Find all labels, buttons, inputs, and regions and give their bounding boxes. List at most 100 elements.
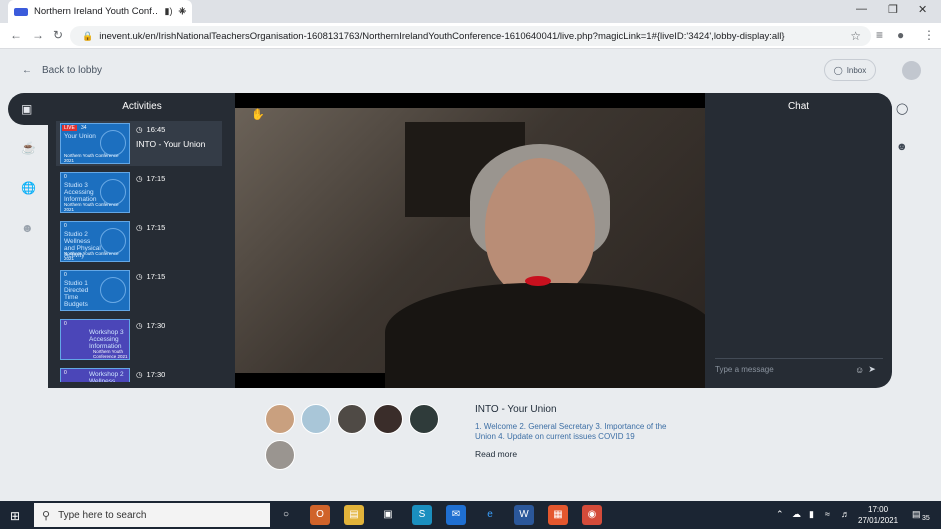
windows-start-icon[interactable]: ⊞ <box>10 509 20 523</box>
logo-deco-icon <box>100 130 126 156</box>
clock-icon: ◷ <box>136 174 143 183</box>
notification-center-icon[interactable]: ▤ <box>912 509 921 520</box>
clock-icon: ◷ <box>136 223 143 232</box>
activity-item[interactable]: 0 Studio 2 Wellness and Physical Activit… <box>56 219 222 264</box>
taskbar-search[interactable]: ⚲ Type here to search <box>34 503 270 527</box>
thumbnail-conference: Northern Youth Conference 2021 <box>64 251 119 261</box>
activity-item[interactable]: 0 Workshop 3 Accessing Information North… <box>56 317 222 362</box>
thumbnail-title: Workshop 2 Wellness and Physical <box>89 371 124 382</box>
speaker-avatar[interactable] <box>265 404 295 434</box>
store-icon[interactable]: ▣ <box>378 505 398 525</box>
close-window-icon[interactable]: ✕ <box>918 3 927 16</box>
cortana-icon[interactable]: ○ <box>276 505 296 525</box>
battery-icon[interactable]: ▮ <box>809 509 814 520</box>
view-count: 0 <box>64 223 67 229</box>
video-player[interactable]: ✋ <box>235 93 705 388</box>
user-avatar[interactable] <box>902 61 921 80</box>
view-count: 34 <box>81 125 87 131</box>
speaker-avatar[interactable] <box>373 404 403 434</box>
wifi-icon[interactable]: ≈ <box>825 509 830 519</box>
speaker-avatar[interactable] <box>265 440 295 470</box>
clock-date: 27/01/2021 <box>858 516 899 525</box>
activity-thumbnail: LIVE 34 Your Union Northern Youth Confer… <box>60 123 130 164</box>
clock-time: 17:00 <box>868 505 889 514</box>
activity-time-value: 17:15 <box>146 174 166 183</box>
edge-icon[interactable]: e <box>480 505 500 525</box>
chat-panel: Chat ☺ ➤ <box>705 93 892 388</box>
chat-title: Chat <box>787 101 810 112</box>
forward-arrow-icon[interactable]: → <box>32 28 44 42</box>
windows-taskbar: ⊞ ⚲ Type here to search ○ O ▤ ▣ S ✉ e W … <box>0 501 941 529</box>
speaker-avatar[interactable] <box>301 404 331 434</box>
live-badge: LIVE <box>62 125 77 131</box>
thumbnail-title: Your Union <box>64 133 96 140</box>
activity-time: ◷ 16:45 <box>136 125 165 134</box>
view-count: 0 <box>64 370 67 376</box>
laptop-icon[interactable]: ▣ <box>21 102 32 116</box>
activity-time: ◷ 17:15 <box>136 174 165 183</box>
mail-icon[interactable]: ✉ <box>446 505 466 525</box>
chat-input-row: ☺ ➤ <box>715 358 883 380</box>
minimize-icon[interactable]: — <box>856 3 867 15</box>
browser-menu-icon[interactable]: ⋮ <box>923 28 935 42</box>
activities-title: Activities <box>122 101 162 112</box>
onedrive-icon[interactable]: ☁ <box>792 509 801 520</box>
live-area: ▣ ☕ 🌐 ☻ Activities LIVE 34 Your Union No… <box>8 93 892 388</box>
speaker-avatar[interactable] <box>337 404 367 434</box>
browser-tab-bar: Northern Ireland Youth Conf… ▮) ✕ + — ❐ … <box>0 0 941 23</box>
clock-icon: ◷ <box>136 370 143 379</box>
chat-message-input[interactable] <box>715 365 851 374</box>
maximize-icon[interactable]: ❐ <box>888 3 898 16</box>
outlook-icon[interactable]: O <box>310 505 330 525</box>
activity-time: ◷ 17:30 <box>136 370 165 379</box>
search-icon: ⚲ <box>42 509 51 522</box>
clock-icon: ◷ <box>136 321 143 330</box>
sway-icon[interactable]: S <box>412 505 432 525</box>
tray-chevron-icon[interactable]: ⌃ <box>776 509 784 520</box>
back-to-lobby-link[interactable]: ← Back to lobby <box>22 65 102 76</box>
session-title: INTO - Your Union <box>475 404 557 415</box>
activity-item[interactable]: LIVE 34 Your Union Northern Youth Confer… <box>56 121 222 166</box>
bookmark-star-icon[interactable]: ☆ <box>850 29 861 43</box>
profile-icon[interactable]: ● <box>897 28 904 42</box>
activity-item[interactable]: 0 Studio 1 Directed Time Budgets ◷ 17:15 <box>56 268 222 313</box>
file-explorer-icon[interactable]: ▤ <box>344 505 364 525</box>
chat-toggle-icon[interactable]: ◯ <box>896 102 908 115</box>
thumbnail-title: Workshop 3 Accessing Information <box>89 329 124 350</box>
activity-time: ◷ 17:15 <box>136 272 165 281</box>
globe-icon[interactable]: 🌐 <box>21 181 36 195</box>
send-icon[interactable]: ➤ <box>868 364 876 375</box>
tab-audio-icon[interactable]: ▮) <box>165 6 173 17</box>
tab-favicon-icon <box>14 7 28 16</box>
attendees-icon[interactable]: ☻ <box>896 141 908 153</box>
activity-item[interactable]: 0 Workshop 2 Wellness and Physical ◷17:3… <box>56 366 222 382</box>
activities-panel: Activities LIVE 34 Your Union Northern Y… <box>48 93 274 388</box>
activity-item[interactable]: 0 Studio 3 Accessing Information Norther… <box>56 170 222 215</box>
speaker-avatar[interactable] <box>409 404 439 434</box>
browser-tab[interactable]: Northern Ireland Youth Conf… ▮) ✕ <box>8 0 192 23</box>
office-icon[interactable]: ▦ <box>548 505 568 525</box>
media-control-icon[interactable]: ≡ <box>876 28 883 42</box>
coffee-icon[interactable]: ☕ <box>21 141 36 155</box>
activity-time-value: 16:45 <box>146 125 166 134</box>
thumbnail-title: Studio 3 Accessing Information <box>64 182 97 203</box>
activity-time-value: 17:15 <box>146 223 166 232</box>
taskbar-clock[interactable]: 17:00 27/01/2021 <box>858 504 898 526</box>
url-field[interactable]: 🔒 inevent.uk/en/IrishNationalTeachersOrg… <box>70 26 871 46</box>
logo-deco-icon <box>100 179 126 205</box>
session-description: 1. Welcome 2. General Secretary 3. Impor… <box>475 422 667 441</box>
word-icon[interactable]: W <box>514 505 534 525</box>
emoji-icon[interactable]: ☺ <box>855 365 864 375</box>
reload-icon[interactable]: ↻ <box>53 28 63 42</box>
back-arrow-icon[interactable]: ← <box>10 28 22 42</box>
inbox-button[interactable]: ◯ Inbox <box>824 59 876 81</box>
thumbnail-conference: Northern Youth Conference 2021 <box>64 153 119 163</box>
new-tab-icon[interactable]: + <box>178 3 187 20</box>
chrome-icon[interactable]: ◉ <box>582 505 602 525</box>
people-icon[interactable]: ☻ <box>21 221 34 235</box>
url-text: inevent.uk/en/IrishNationalTeachersOrgan… <box>99 30 785 42</box>
thumbnail-conference: Northern Youth Conference 2021 <box>64 202 119 212</box>
hand-cursor-icon: ✋ <box>251 109 265 121</box>
volume-icon[interactable]: ♬ <box>841 509 850 519</box>
read-more-link[interactable]: Read more <box>475 449 517 459</box>
